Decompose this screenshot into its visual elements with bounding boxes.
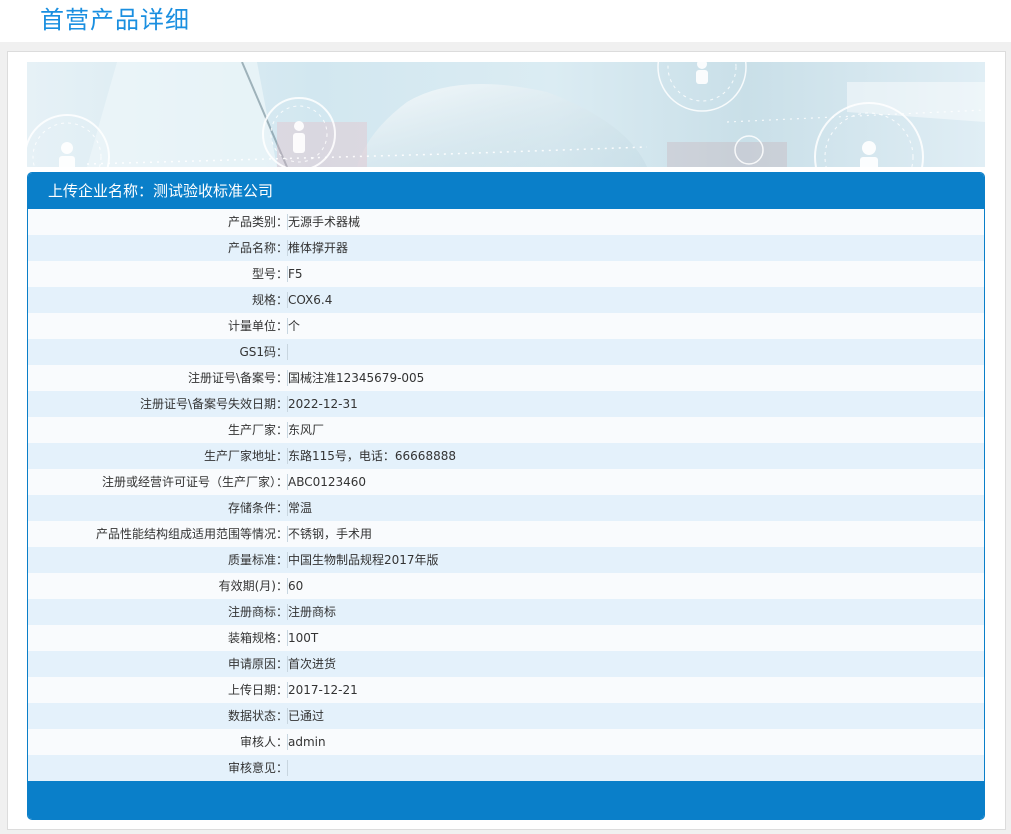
company-header: 上传企业名称：测试验收标准公司 — [28, 173, 984, 209]
field-label: 生产厂家地址： — [28, 443, 288, 469]
field-label: 上传日期： — [28, 677, 288, 703]
table-row: 计量单位：个 — [28, 313, 984, 339]
field-label: 注册商标： — [28, 599, 288, 625]
field-label: 产品类别： — [28, 209, 288, 235]
table-row: 审核意见： — [28, 755, 984, 781]
table-row: 产品性能结构组成适用范围等情况： 不锈钢，手术用 — [28, 521, 984, 547]
table-row: 规格： COX6.4 — [28, 287, 984, 313]
table-row: 存储条件： 常温 — [28, 495, 984, 521]
field-label: 审核意见： — [28, 755, 288, 781]
table-row: 上传日期： 2017-12-21 — [28, 677, 984, 703]
field-label: GS1码： — [28, 339, 288, 365]
field-value: 2017-12-21 — [288, 683, 358, 697]
field-value: 中国生物制品规程2017年版 — [288, 553, 439, 567]
field-value: 东风厂 — [288, 423, 325, 437]
table-row: 申请原因： 首次进货 — [28, 651, 984, 677]
field-value: 椎体撑开器 — [288, 241, 349, 255]
field-label: 型号： — [28, 261, 288, 287]
field-value: 已通过 — [288, 709, 325, 723]
field-label: 质量标准： — [28, 547, 288, 573]
field-value: F5 — [288, 267, 303, 281]
table-row: 数据状态： 已通过 — [28, 703, 984, 729]
detail-panel: 上传企业名称：测试验收标准公司 产品类别： 无源手术器械 产品名称： 椎体撑开器 型号：… — [7, 51, 1006, 830]
table-row: 生产厂家： 东风厂 — [28, 417, 984, 443]
field-value — [288, 755, 984, 781]
field-value: ABC0123460 — [288, 475, 367, 489]
table-row: 注册商标： 注册商标 — [28, 599, 984, 625]
banner-illustration — [27, 62, 985, 167]
field-value: 60 — [288, 579, 304, 593]
page-header: 首营产品详细 — [0, 0, 1011, 42]
field-value: 2022-12-31 — [288, 397, 358, 411]
field-label: 有效期(月)： — [28, 573, 288, 599]
field-value: 国械注准12345679-005 — [288, 371, 425, 385]
table-row: 质量标准： 中国生物制品规程2017年版 — [28, 547, 984, 573]
field-value: 100T — [288, 631, 319, 645]
page-title: 首营产品详细 — [40, 6, 190, 34]
field-value: 个 — [288, 319, 301, 333]
field-value: 首次进货 — [288, 657, 337, 671]
field-value: 注册商标 — [288, 605, 337, 619]
product-detail-card: 上传企业名称：测试验收标准公司 产品类别： 无源手术器械 产品名称： 椎体撑开器 型号：… — [27, 172, 985, 820]
card-footer-bar — [28, 781, 984, 819]
field-value: 东路115号，电话：66668888 — [288, 449, 456, 463]
field-label: 装箱规格： — [28, 625, 288, 651]
table-row: 产品名称： 椎体撑开器 — [28, 235, 984, 261]
field-label: 审核人： — [28, 729, 288, 755]
product-detail-table: 产品类别： 无源手术器械 产品名称： 椎体撑开器 型号： F5 规格： COX6.4 计量单位：… — [28, 209, 984, 781]
field-label: 注册证号\备案号： — [28, 365, 288, 391]
field-label: 产品性能结构组成适用范围等情况： — [28, 521, 288, 547]
field-label: 计量单位： — [28, 313, 288, 339]
field-label: 注册或经营许可证号（生产厂家）： — [28, 469, 288, 495]
table-row: 生产厂家地址： 东路115号，电话：66668888 — [28, 443, 984, 469]
company-name: 测试验收标准公司 — [153, 182, 274, 200]
field-label: 生产厂家： — [28, 417, 288, 443]
field-label: 申请原因： — [28, 651, 288, 677]
field-label: 存储条件： — [28, 495, 288, 521]
field-value — [288, 339, 984, 365]
table-row: 型号： F5 — [28, 261, 984, 287]
table-row: 产品类别： 无源手术器械 — [28, 209, 984, 235]
table-row: 审核人： admin — [28, 729, 984, 755]
table-row: 注册证号\备案号失效日期： 2022-12-31 — [28, 391, 984, 417]
field-value: admin — [288, 735, 326, 749]
table-row: GS1码： — [28, 339, 984, 365]
field-value: COX6.4 — [288, 293, 333, 307]
table-row: 装箱规格： 100T — [28, 625, 984, 651]
field-value: 无源手术器械 — [288, 215, 361, 229]
field-label: 数据状态： — [28, 703, 288, 729]
field-label: 注册证号\备案号失效日期： — [28, 391, 288, 417]
field-label: 规格： — [28, 287, 288, 313]
table-row: 注册证号\备案号： 国械注准12345679-005 — [28, 365, 984, 391]
banner-image — [27, 62, 985, 167]
table-row: 注册或经营许可证号（生产厂家）： ABC0123460 — [28, 469, 984, 495]
table-row: 有效期(月)： 60 — [28, 573, 984, 599]
company-label: 上传企业名称： — [48, 182, 154, 200]
field-value: 常温 — [288, 501, 313, 515]
field-label: 产品名称： — [28, 235, 288, 261]
field-value: 不锈钢，手术用 — [288, 527, 373, 541]
